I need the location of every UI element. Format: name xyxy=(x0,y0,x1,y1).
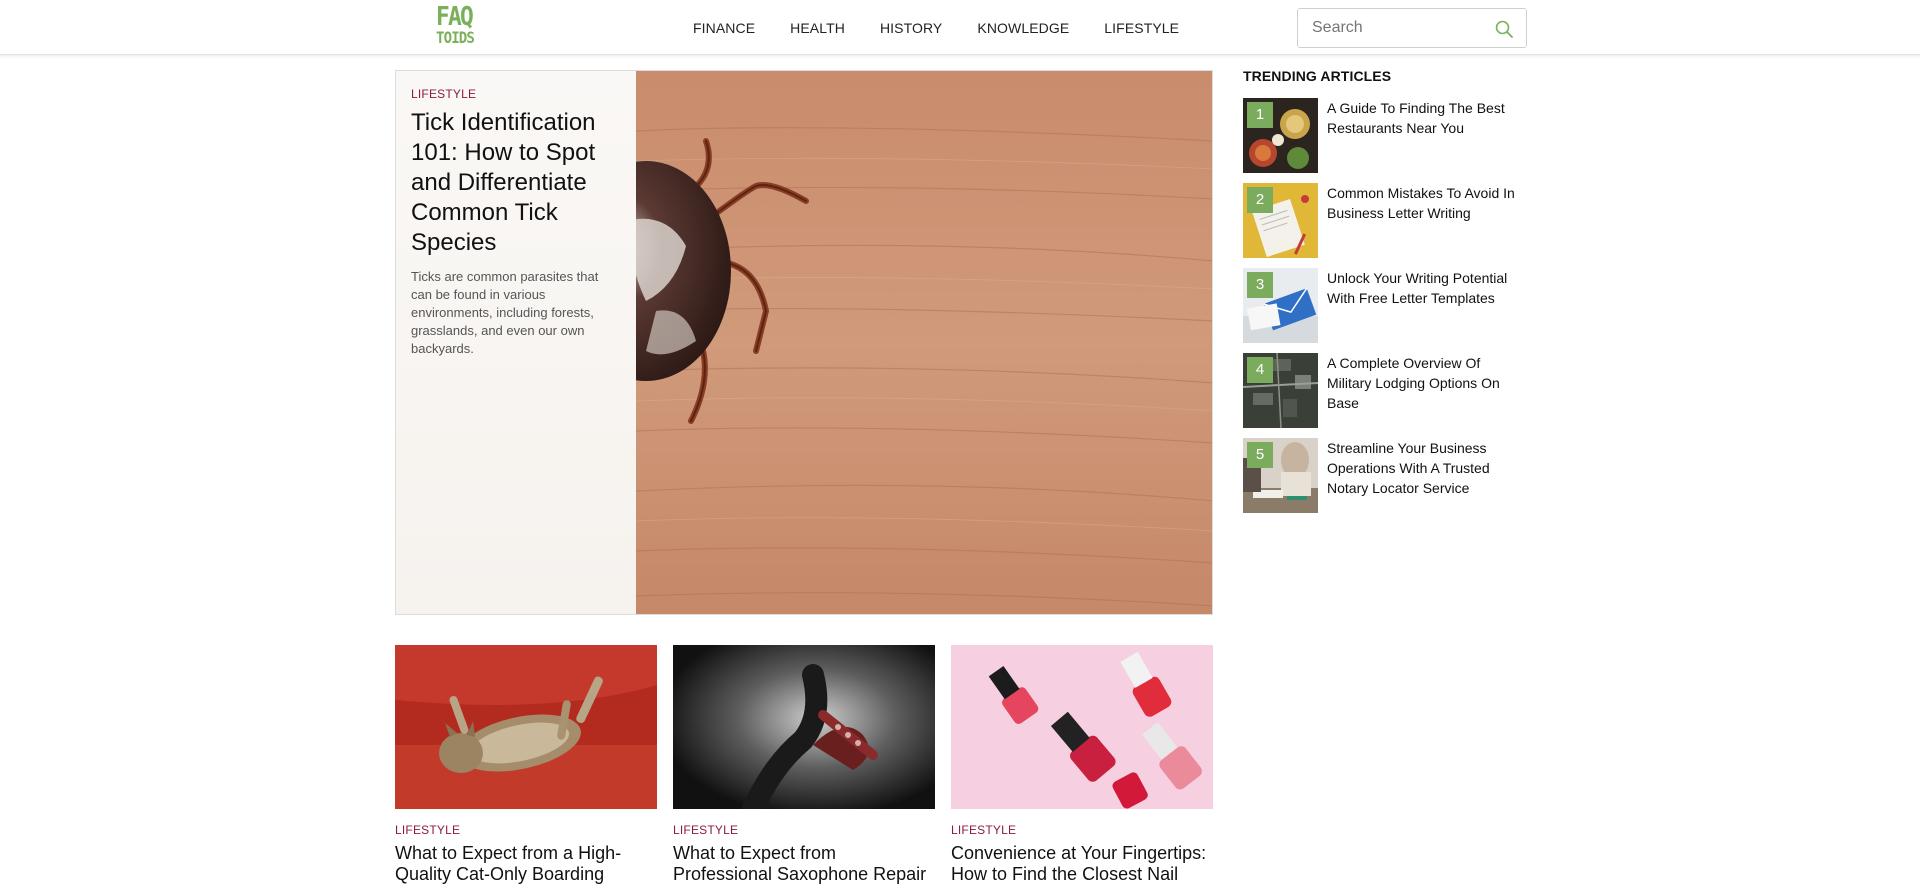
nav-item-finance[interactable]: FINANCE xyxy=(693,20,755,36)
trending-rank-5: 5 xyxy=(1247,442,1273,468)
trending-rank-4: 4 xyxy=(1247,357,1273,383)
search-box xyxy=(1297,8,1527,48)
card-image-cat[interactable] xyxy=(395,645,657,809)
hero-text-panel: LIFESTYLE Tick Identification 101: How t… xyxy=(396,71,636,614)
trending-title-2[interactable]: Common Mistakes To Avoid In Business Let… xyxy=(1327,183,1527,223)
article-card-1[interactable]: LIFESTYLE What to Expect from a High-Qua… xyxy=(395,645,657,885)
site-header: FAQ TOIDS FINANCE HEALTH HISTORY KNOWLED… xyxy=(0,0,1920,55)
site-logo[interactable]: FAQ TOIDS xyxy=(436,4,482,52)
hero-image-tick[interactable] xyxy=(636,71,1212,614)
trending-heading: TRENDING ARTICLES xyxy=(1243,68,1392,84)
article-card-3[interactable]: LIFESTYLE Convenience at Your Fingertips… xyxy=(951,645,1213,885)
article-card-2[interactable]: LIFESTYLE What to Expect from Profession… xyxy=(673,645,935,885)
card-image-nail-polish[interactable] xyxy=(951,645,1213,809)
trending-item-3[interactable]: 3 Unlock Your Writing Potential With Fre… xyxy=(1243,268,1533,343)
card-title-2[interactable]: What to Expect from Professional Saxopho… xyxy=(673,843,935,885)
card-title-3[interactable]: Convenience at Your Fingertips: How to F… xyxy=(951,843,1213,885)
logo-line-2: TOIDS xyxy=(436,28,475,47)
main-nav: FINANCE HEALTH HISTORY KNOWLEDGE LIFESTY… xyxy=(693,0,1214,55)
search-icon[interactable] xyxy=(1494,19,1514,39)
trending-title-1[interactable]: A Guide To Finding The Best Restaurants … xyxy=(1327,98,1527,138)
hero-article[interactable]: LIFESTYLE Tick Identification 101: How t… xyxy=(395,70,1213,615)
trending-articles: TRENDING ARTICLES 1 A Guide To Finding T… xyxy=(1243,68,1533,523)
trending-rank-3: 3 xyxy=(1247,272,1273,298)
trending-item-2[interactable]: 2 Common Mistakes To Avoid In Business L… xyxy=(1243,183,1533,258)
card-title-1[interactable]: What to Expect from a High-Quality Cat-O… xyxy=(395,843,657,885)
trending-item-1[interactable]: 1 A Guide To Finding The Best Restaurant… xyxy=(1243,98,1533,173)
card-category-2[interactable]: LIFESTYLE xyxy=(673,823,935,837)
nav-item-knowledge[interactable]: KNOWLEDGE xyxy=(977,20,1069,36)
trending-rank-1: 1 xyxy=(1247,102,1273,128)
card-image-saxophone[interactable] xyxy=(673,645,935,809)
trending-title-5[interactable]: Streamline Your Business Operations With… xyxy=(1327,438,1527,498)
logo-line-1: FAQ xyxy=(436,2,474,32)
trending-title-3[interactable]: Unlock Your Writing Potential With Free … xyxy=(1327,268,1527,308)
card-category-3[interactable]: LIFESTYLE xyxy=(951,823,1213,837)
nav-item-lifestyle[interactable]: LIFESTYLE xyxy=(1104,20,1179,36)
nav-item-history[interactable]: HISTORY xyxy=(880,20,942,36)
card-category-1[interactable]: LIFESTYLE xyxy=(395,823,657,837)
search-input[interactable] xyxy=(1310,9,1480,47)
hero-category-link[interactable]: LIFESTYLE xyxy=(411,87,621,101)
trending-item-5[interactable]: 5 Streamline Your Business Operations Wi… xyxy=(1243,438,1533,513)
nav-item-health[interactable]: HEALTH xyxy=(790,20,845,36)
trending-item-4[interactable]: 4 A Complete Overview Of Military Lodgin… xyxy=(1243,353,1533,428)
trending-rank-2: 2 xyxy=(1247,187,1273,213)
hero-title[interactable]: Tick Identification 101: How to Spot and… xyxy=(411,108,621,258)
trending-title-4[interactable]: A Complete Overview Of Military Lodging … xyxy=(1327,353,1527,413)
hero-excerpt: Ticks are common parasites that can be f… xyxy=(411,269,599,356)
